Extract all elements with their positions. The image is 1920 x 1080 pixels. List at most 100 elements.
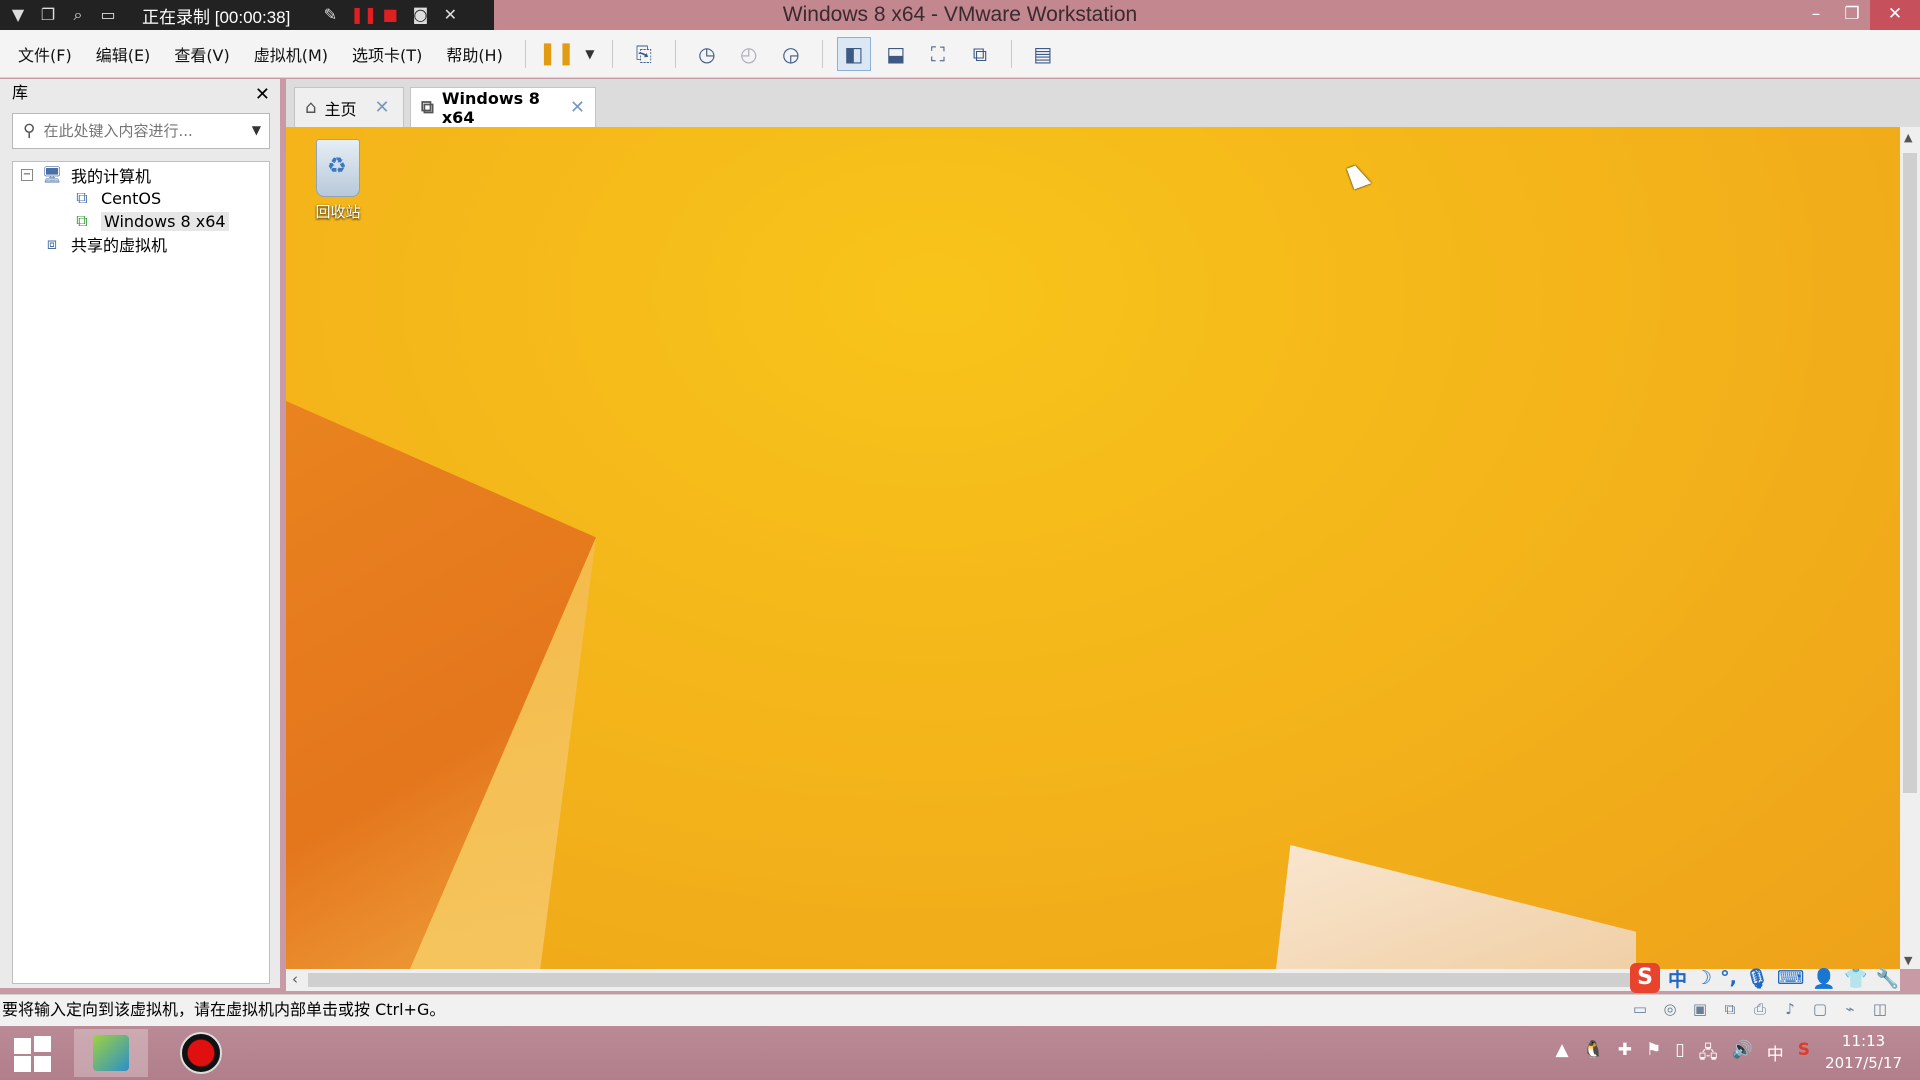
- scroll-up-icon[interactable]: ▲: [1904, 131, 1912, 144]
- host-taskbar: ▲ 🐧 ✚ ⚑ ▯ 🖧 🔊 中 S 11:13 2017/5/17: [0, 1026, 1920, 1080]
- menu-edit[interactable]: 编辑(E): [84, 42, 163, 66]
- punctuation-icon[interactable]: °,: [1720, 967, 1737, 989]
- recycle-bin-icon: [316, 139, 360, 197]
- floppy-icon[interactable]: ▣: [1690, 999, 1710, 1019]
- send-ctrl-alt-del-button[interactable]: ⎘: [627, 37, 661, 71]
- tab-label: Windows 8 x64: [441, 88, 540, 127]
- menu-tabs[interactable]: 选项卡(T): [340, 42, 434, 66]
- volume-icon[interactable]: 🔊: [1732, 1040, 1753, 1069]
- ime-toolbar: S 中 ☽ °, 🎙 ⌨ 👤 👕 🔧: [1630, 962, 1920, 994]
- menu-file[interactable]: 文件(F): [6, 42, 84, 66]
- stop-record-icon[interactable]: ■: [380, 5, 400, 25]
- search-input[interactable]: [43, 122, 224, 140]
- toolbar-separator: [1010, 39, 1012, 68]
- vm-console[interactable]: 回收站: [286, 127, 1900, 969]
- menu-view[interactable]: 查看(V): [162, 42, 241, 66]
- display-icon[interactable]: ▢: [1810, 999, 1830, 1019]
- collapse-icon[interactable]: −: [21, 169, 33, 181]
- recording-toolbar: ▼ ❐ ⌕ ▭ 正在录制 [00:00:38] ✎ ❚❚ ■ ◙ ✕: [0, 0, 494, 30]
- network-icon[interactable]: 🖧: [1699, 1040, 1718, 1069]
- computer-icon: 🖥: [41, 165, 63, 184]
- sogou-logo-icon[interactable]: S: [1630, 963, 1660, 993]
- tree-item-label: Windows 8 x64: [101, 211, 229, 231]
- sogou-tray-icon[interactable]: S: [1798, 1040, 1810, 1069]
- snapshot-button[interactable]: ◷: [690, 37, 724, 71]
- clock[interactable]: 11:13 2017/5/17: [1825, 1030, 1902, 1074]
- chevron-down-icon[interactable]: ▼: [252, 123, 261, 137]
- close-icon[interactable]: ✕: [374, 97, 389, 118]
- vmware-icon: [93, 1035, 129, 1071]
- close-icon[interactable]: ✕: [440, 5, 460, 25]
- library-tree: − 🖥 我的计算机 ⧉ CentOS ⧉ Windows 8 x64 ⧈ 共享的…: [12, 161, 270, 984]
- start-button[interactable]: [14, 1036, 52, 1072]
- wallpaper-shape: [1276, 845, 1636, 969]
- clock-date: 2017/5/17: [1825, 1054, 1902, 1072]
- security-icon[interactable]: ✚: [1618, 1040, 1632, 1069]
- minimize-button[interactable]: –: [1798, 0, 1834, 30]
- cd-dvd-icon[interactable]: ◎: [1660, 999, 1680, 1019]
- pause-dropdown-icon[interactable]: ▼: [582, 37, 598, 71]
- home-icon: ⌂: [305, 97, 317, 118]
- vertical-scrollbar[interactable]: ▲ ▼: [1900, 127, 1920, 969]
- network-adapter-icon[interactable]: ⧉: [1720, 999, 1740, 1019]
- usb-icon[interactable]: ⌁: [1840, 999, 1860, 1019]
- taskbar-vmware[interactable]: [74, 1029, 148, 1077]
- chevron-down-icon[interactable]: ▼: [8, 5, 28, 25]
- tab-windows8[interactable]: ⧉ Windows 8 x64 ✕: [410, 87, 596, 127]
- window-controls: – ❐ ✕: [1798, 0, 1920, 30]
- scroll-left-icon[interactable]: ‹: [292, 970, 298, 988]
- close-icon[interactable]: ✕: [255, 81, 270, 109]
- library-header: 库 ✕: [0, 79, 280, 107]
- restore-icon[interactable]: ❐: [38, 5, 58, 25]
- vm-icon: ⧉: [421, 97, 434, 118]
- toolbar-separator: [611, 39, 613, 68]
- user-icon[interactable]: 👤: [1812, 967, 1836, 990]
- qq-icon[interactable]: 🐧: [1583, 1040, 1604, 1069]
- library-search[interactable]: ⚲ ▼: [12, 113, 270, 149]
- close-button[interactable]: ✕: [1870, 0, 1920, 30]
- flag-icon[interactable]: ⚑: [1646, 1040, 1661, 1069]
- maximize-button[interactable]: ❐: [1834, 0, 1870, 30]
- moon-icon[interactable]: ☽: [1695, 967, 1712, 989]
- ime-mode[interactable]: 中: [1668, 965, 1687, 992]
- console-view-button[interactable]: ▤: [1026, 37, 1060, 71]
- taskbar-recorder[interactable]: [164, 1029, 238, 1077]
- recycle-bin[interactable]: 回收站: [306, 139, 370, 222]
- close-icon[interactable]: ✕: [570, 97, 585, 118]
- menu-vm[interactable]: 虚拟机(M): [242, 42, 340, 66]
- tree-item-label: CentOS: [101, 188, 162, 208]
- hard-disk-icon[interactable]: ▭: [1630, 999, 1650, 1019]
- mouse-cursor-icon: [1346, 162, 1372, 190]
- message-icon[interactable]: ◫: [1870, 999, 1890, 1019]
- full-screen-button[interactable]: ⛶: [921, 37, 955, 71]
- snapshot-manager-button[interactable]: ◶: [774, 37, 808, 71]
- tab-bar: ⌂ 主页 ✕ ⧉ Windows 8 x64 ✕: [286, 79, 1920, 127]
- keyboard-icon[interactable]: ⌨: [1777, 967, 1804, 989]
- camera-icon[interactable]: ◙: [410, 5, 430, 25]
- tab-home[interactable]: ⌂ 主页 ✕: [294, 87, 404, 127]
- revert-snapshot-button[interactable]: ◴: [732, 37, 766, 71]
- pause-record-icon[interactable]: ❚❚: [350, 5, 377, 25]
- show-library-button[interactable]: ◧: [836, 36, 871, 71]
- unity-button[interactable]: ⧉: [963, 37, 997, 71]
- toolbar-separator: [821, 39, 823, 68]
- region-icon[interactable]: ▭: [98, 5, 118, 25]
- wrench-icon[interactable]: 🔧: [1876, 967, 1900, 990]
- tray-language[interactable]: 中: [1767, 1040, 1784, 1069]
- tray-expand-icon[interactable]: ▲: [1556, 1040, 1569, 1069]
- printer-icon[interactable]: ⎙: [1750, 999, 1770, 1019]
- pause-vm-button[interactable]: ❚❚: [538, 37, 575, 71]
- sound-card-icon[interactable]: ♪: [1780, 999, 1800, 1019]
- menu-help[interactable]: 帮助(H): [434, 42, 515, 66]
- microphone-icon[interactable]: 🎙: [1745, 967, 1769, 990]
- scrollbar-thumb[interactable]: [1903, 153, 1917, 793]
- skin-icon[interactable]: 👕: [1844, 967, 1868, 990]
- tree-item-label: 我的计算机: [71, 167, 152, 186]
- pen-icon[interactable]: ✎: [320, 5, 340, 25]
- power-icon[interactable]: ▯: [1675, 1040, 1684, 1069]
- zoom-icon[interactable]: ⌕: [68, 5, 88, 25]
- thumbnail-bar-button[interactable]: ⬓: [879, 37, 913, 71]
- tree-item-shared-vms[interactable]: ⧈ 共享的虚拟机: [41, 231, 167, 257]
- toolbar-separator: [674, 39, 676, 68]
- scrollbar-thumb[interactable]: [308, 973, 1638, 987]
